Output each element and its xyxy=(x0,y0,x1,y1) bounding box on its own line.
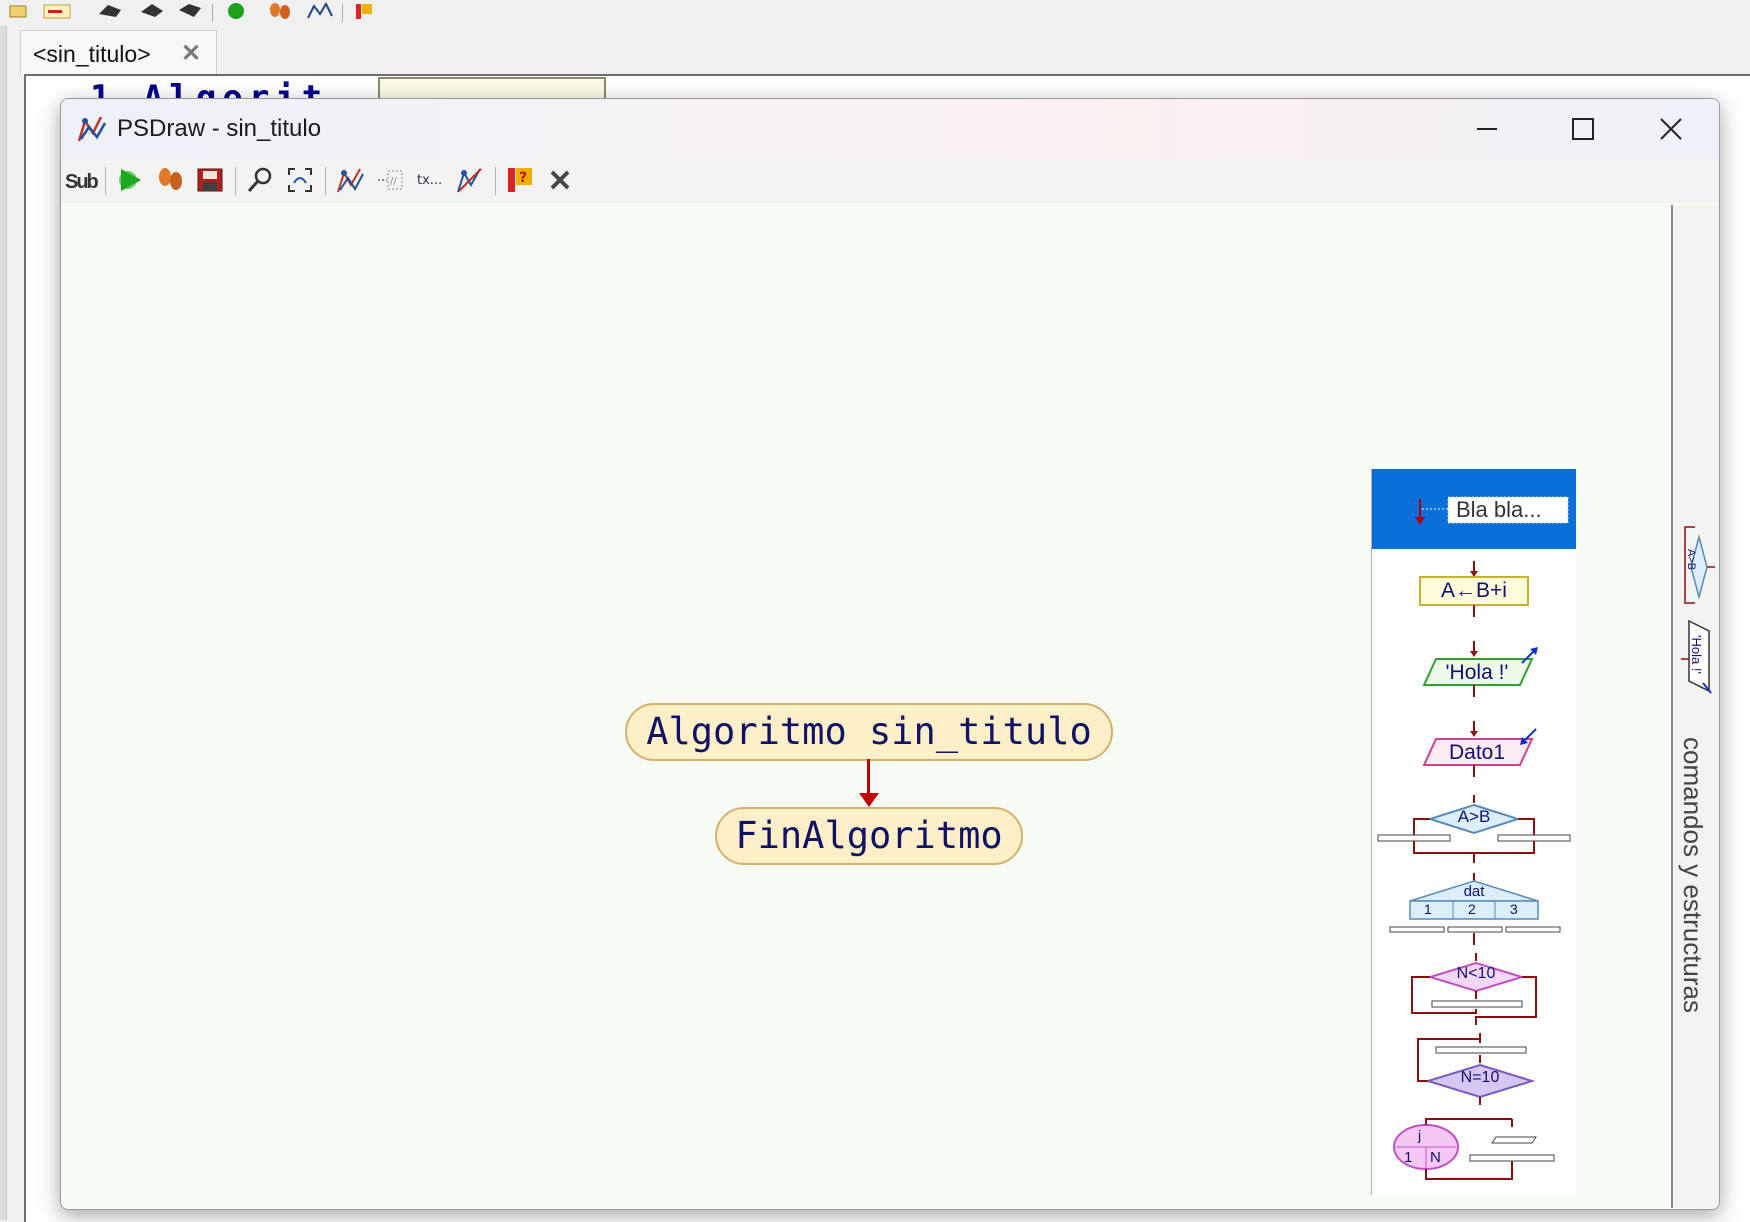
toolbar-separator xyxy=(105,167,106,195)
close-button[interactable] xyxy=(1623,99,1719,159)
minimize-button[interactable] xyxy=(1439,99,1535,159)
maximize-icon xyxy=(1572,118,1594,140)
palette-item-switch[interactable]: dat 1 2 3 xyxy=(1372,869,1576,950)
palette-switch-option-1: 1 xyxy=(1424,901,1432,917)
palette-label-assign: A←B+i xyxy=(1441,579,1507,602)
palette-item-if[interactable]: A>B xyxy=(1372,789,1576,870)
palette-label-read: Dato1 xyxy=(1448,741,1506,764)
editor-tab-label: <sin_titulo> xyxy=(33,41,151,67)
close-diagram-icon[interactable] xyxy=(545,165,575,195)
end-node[interactable]: FinAlgoritmo xyxy=(715,807,1023,865)
draw-flowchart-icon[interactable] xyxy=(306,2,334,20)
window-titlebar[interactable]: PSDraw - sin_titulo xyxy=(61,99,1719,159)
palette-label-for: j xyxy=(1418,1127,1422,1143)
palette-item-comment[interactable]: Bla bla... xyxy=(1372,469,1576,550)
palette-label-if: A>B xyxy=(1457,807,1491,826)
structures-side-panel[interactable]: A>B 'Hola !' comandos y estructuras xyxy=(1673,205,1719,1208)
step-by-step-icon[interactable] xyxy=(155,165,185,195)
palette-label-while: N<10 xyxy=(1456,965,1496,982)
run-icon[interactable] xyxy=(115,165,145,195)
svg-text:tx...: tx... xyxy=(417,173,442,188)
mini-write-label: 'Hola !' xyxy=(1689,635,1704,674)
palette-item-for[interactable]: j 1 N xyxy=(1372,1109,1576,1185)
toolbar-separator xyxy=(235,167,236,195)
structures-palette: Bla bla... A←B+i 'Hola !' Dato1 A>B dat … xyxy=(1371,469,1576,1195)
new-icon[interactable] xyxy=(42,2,72,20)
flow-arrow-head xyxy=(859,793,879,807)
start-node[interactable]: Algoritmo sin_titulo xyxy=(625,703,1113,761)
maximize-button[interactable] xyxy=(1535,99,1631,159)
toolbar-separator xyxy=(212,4,213,22)
palette-item-write[interactable]: 'Hola !' xyxy=(1372,629,1576,710)
comments-icon[interactable]: // xyxy=(375,165,405,195)
diagram-canvas[interactable]: Algoritmo sin_titulo FinAlgoritmo Bla bl… xyxy=(63,205,1671,1208)
svg-text://: // xyxy=(390,176,397,187)
palette-label-repeat: N=10 xyxy=(1460,1069,1500,1086)
subprocess-button[interactable]: Sub xyxy=(65,171,99,201)
palette-label-write: 'Hola !' xyxy=(1445,661,1509,684)
palette-switch-option-3: 3 xyxy=(1510,901,1518,917)
help-icon[interactable] xyxy=(354,2,374,20)
palette-item-repeat[interactable]: N=10 xyxy=(1372,1029,1576,1110)
close-icon xyxy=(1660,118,1682,140)
editor-tab[interactable]: <sin_titulo> ✕ xyxy=(20,30,217,75)
toolbar-separator xyxy=(325,167,326,195)
palette-item-read[interactable]: Dato1 xyxy=(1372,709,1576,790)
ide-left-gutter xyxy=(0,26,7,1220)
tab-close-icon[interactable]: ✕ xyxy=(181,39,201,68)
fit-to-window-icon[interactable] xyxy=(285,165,315,195)
svg-text:?: ? xyxy=(519,170,527,186)
window-title: PSDraw - sin_titulo xyxy=(117,115,322,142)
flow-arrow-line xyxy=(867,759,870,797)
palette-label-switch: dat xyxy=(1463,883,1485,900)
mini-if-label: A>B xyxy=(1685,549,1697,571)
open-icon[interactable] xyxy=(8,2,28,20)
palette-item-assign[interactable]: A←B+i xyxy=(1372,549,1576,630)
alternate-flowchart-icon[interactable] xyxy=(455,165,485,195)
psdraw-app-icon xyxy=(77,116,107,142)
redo-icon[interactable] xyxy=(138,2,166,20)
zoom-icon[interactable] xyxy=(245,165,275,195)
psdraw-toolbar: Sub // tx... ? xyxy=(61,159,1719,203)
undo-icon[interactable] xyxy=(96,2,124,20)
palette-switch-option-2: 2 xyxy=(1468,901,1476,917)
while-icon xyxy=(1411,953,1537,1025)
palette-item-while[interactable]: N<10 xyxy=(1372,949,1576,1030)
ide-tabbar xyxy=(0,26,1750,76)
side-panel-label: comandos y estructuras xyxy=(1678,737,1708,1014)
run-icon[interactable] xyxy=(226,2,246,20)
abbreviate-text-icon[interactable]: tx... xyxy=(415,165,445,195)
minimize-icon xyxy=(1477,128,1497,130)
for-icon xyxy=(1393,1118,1555,1180)
toolbar-separator xyxy=(342,4,343,22)
palette-label-comment: Bla bla... xyxy=(1456,497,1542,522)
step-icon[interactable] xyxy=(268,2,292,20)
palette-for-range-end: N xyxy=(1430,1149,1441,1166)
mini-if-icon xyxy=(1684,526,1715,604)
help-icon[interactable]: ? xyxy=(505,165,535,195)
cut-icon[interactable] xyxy=(176,2,204,20)
palette-for-range-start: 1 xyxy=(1404,1149,1413,1166)
toolbar-separator xyxy=(495,167,496,195)
flowchart-icon[interactable] xyxy=(335,165,365,195)
psdraw-window: PSDraw - sin_titulo Sub // tx... ? Algor… xyxy=(60,98,1720,1210)
if-icon xyxy=(1377,795,1571,863)
ide-toolbar xyxy=(0,0,1750,26)
save-icon[interactable] xyxy=(195,165,225,195)
